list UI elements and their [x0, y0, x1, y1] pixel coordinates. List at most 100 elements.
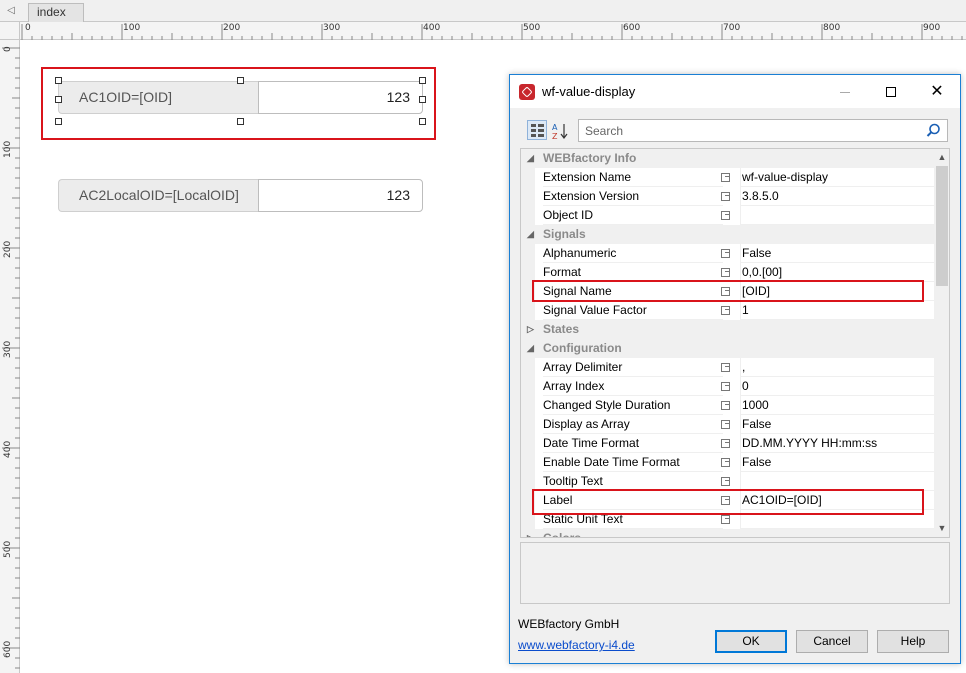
property-name: Extension Name [543, 168, 723, 187]
horizontal-ruler: 0 100 200 300 400 500 600 700 800 900 [20, 22, 966, 40]
scroll-thumb[interactable] [936, 166, 948, 286]
edit-icon[interactable] [721, 401, 730, 410]
property-row-array-delimiter[interactable]: Array Delimiter, [521, 358, 934, 377]
collapse-icon[interactable]: ◢ [527, 149, 537, 168]
maximize-button[interactable] [868, 75, 914, 108]
property-value[interactable]: 1 [740, 301, 934, 320]
property-row-changed-style-duration[interactable]: Changed Style Duration 1000 [521, 396, 934, 415]
dialog-titlebar[interactable]: wf-value-display ✕ [510, 75, 960, 108]
property-value[interactable]: False [740, 244, 934, 263]
help-button[interactable]: Help [877, 630, 949, 653]
property-row-alphanumeric[interactable]: Alphanumeric False [521, 244, 934, 263]
property-grid[interactable]: ◢ WEBfactory Info Extension Name wf-value-… [520, 148, 950, 538]
property-value[interactable] [740, 206, 934, 225]
search-input[interactable] [579, 120, 909, 141]
widget-label: AC2LocalOID=[LocalOID] [58, 179, 258, 212]
widget-label: AC1OID=[OID] [58, 81, 258, 114]
dialog-title: wf-value-display [542, 84, 636, 99]
property-name: Display as Array [543, 415, 723, 434]
signal-name-highlight [532, 280, 924, 302]
property-grid-scrollbar[interactable]: ▲ ▼ [934, 149, 949, 537]
property-value[interactable]: 0 [740, 377, 934, 396]
category-configuration[interactable]: ◢ Configuration [521, 339, 934, 358]
property-value[interactable]: 1000 [740, 396, 934, 415]
edit-icon[interactable] [721, 458, 730, 467]
property-name: Signal Value Factor [543, 301, 723, 320]
ruler-label: 100 [3, 140, 13, 158]
resize-handle[interactable] [419, 96, 426, 103]
edit-icon[interactable] [721, 173, 730, 182]
ok-button[interactable]: OK [715, 630, 787, 653]
tab-scroll-left-icon[interactable]: ◁ [4, 4, 18, 18]
edit-icon[interactable] [721, 268, 730, 277]
tab-index-label: index [37, 5, 66, 19]
svg-text:A: A [552, 123, 558, 132]
edit-icon[interactable] [721, 211, 730, 220]
property-name: Array Delimiter [543, 358, 723, 377]
close-icon: ✕ [930, 83, 944, 100]
resize-handle[interactable] [237, 118, 244, 125]
collapse-icon[interactable]: ◢ [527, 225, 537, 244]
edit-icon[interactable] [721, 515, 730, 524]
property-name: Object ID [543, 206, 723, 225]
property-value[interactable]: , [740, 358, 934, 377]
property-value[interactable]: 3.8.5.0 [740, 187, 934, 206]
edit-icon[interactable] [721, 477, 730, 486]
property-value[interactable]: False [740, 415, 934, 434]
expand-icon[interactable]: ▷ [527, 320, 537, 339]
ruler-label: 900 [923, 23, 941, 33]
property-name: Changed Style Duration [543, 396, 723, 415]
property-value[interactable]: wf-value-display [740, 168, 934, 187]
category-webfactory-info[interactable]: ◢ WEBfactory Info [521, 149, 934, 168]
property-row-array-index[interactable]: Array Index 0 [521, 377, 934, 396]
property-value[interactable]: DD.MM.YYYY HH:mm:ss [740, 434, 934, 453]
search-icon[interactable] [926, 123, 941, 138]
edit-icon[interactable] [721, 363, 730, 372]
widget-value: 123 [258, 179, 423, 212]
value-display-widget-1[interactable]: AC1OID=[OID] 123 [58, 81, 423, 114]
edit-icon[interactable] [721, 306, 730, 315]
category-colors[interactable]: ▷ Colors [521, 529, 934, 538]
alphabetical-sort-button[interactable]: A Z [549, 120, 569, 141]
edit-icon[interactable] [721, 192, 730, 201]
ruler-label: 700 [723, 23, 741, 33]
vertical-ruler: 0 100 200 300 400 500 600 [0, 40, 20, 673]
category-label: Colors [543, 531, 582, 538]
ruler-label: 200 [3, 240, 13, 258]
property-row-signal-value-factor[interactable]: Signal Value Factor 1 [521, 301, 934, 320]
property-value[interactable]: False [740, 453, 934, 472]
category-states[interactable]: ▷ States [521, 320, 934, 339]
resize-handle[interactable] [55, 77, 62, 84]
resize-handle[interactable] [55, 96, 62, 103]
cancel-button[interactable]: Cancel [796, 630, 868, 653]
category-signals[interactable]: ◢ Signals [521, 225, 934, 244]
categorized-view-button[interactable] [527, 120, 547, 140]
scroll-up-icon[interactable]: ▲ [934, 149, 949, 166]
minimize-button[interactable] [822, 75, 868, 108]
property-row-object-id[interactable]: Object ID [521, 206, 934, 225]
property-row-date-time-format[interactable]: Date Time Format DD.MM.YYYY HH:mm:ss [521, 434, 934, 453]
website-link[interactable]: www.webfactory-i4.de [518, 638, 635, 652]
property-row-display-as-array[interactable]: Display as Array False [521, 415, 934, 434]
resize-handle[interactable] [237, 77, 244, 84]
edit-icon[interactable] [721, 439, 730, 448]
property-name: Alphanumeric [543, 244, 723, 263]
edit-icon[interactable] [721, 420, 730, 429]
property-row-extension-name[interactable]: Extension Name wf-value-display [521, 168, 934, 187]
resize-handle[interactable] [419, 77, 426, 84]
edit-icon[interactable] [721, 249, 730, 258]
ruler-label: 400 [3, 440, 13, 458]
property-row-enable-date-time-format[interactable]: Enable Date Time Format False [521, 453, 934, 472]
close-button[interactable]: ✕ [914, 75, 960, 108]
property-dialog: wf-value-display ✕ A Z ◢ WEBfactory Info [509, 74, 961, 664]
property-row-extension-version[interactable]: Extension Version 3.8.5.0 [521, 187, 934, 206]
property-search-box[interactable] [578, 119, 948, 142]
value-display-widget-2[interactable]: AC2LocalOID=[LocalOID] 123 [58, 179, 423, 212]
resize-handle[interactable] [55, 118, 62, 125]
collapse-icon[interactable]: ◢ [527, 339, 537, 358]
tab-index[interactable]: index [28, 3, 84, 22]
scroll-down-icon[interactable]: ▼ [934, 520, 949, 537]
edit-icon[interactable] [721, 382, 730, 391]
expand-icon[interactable]: ▷ [527, 529, 537, 537]
resize-handle[interactable] [419, 118, 426, 125]
